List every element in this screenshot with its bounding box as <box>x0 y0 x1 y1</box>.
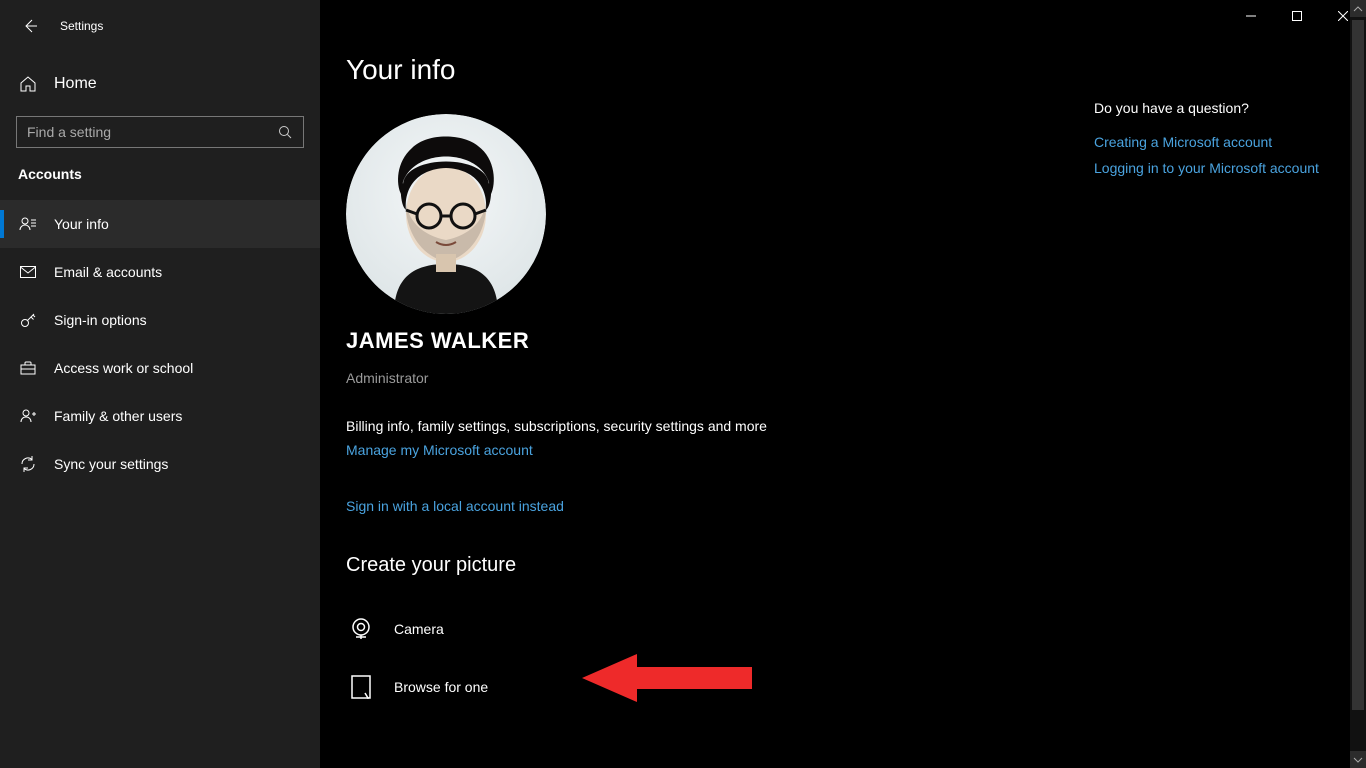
sidebar-item-email-accounts[interactable]: Email & accounts <box>0 248 320 296</box>
sidebar-item-label: Family & other users <box>54 408 182 424</box>
sidebar-item-label: Your info <box>54 216 109 232</box>
picture-file-icon <box>346 672 376 702</box>
sidebar-item-label: Access work or school <box>54 360 193 376</box>
window-title: Settings <box>60 19 103 33</box>
key-icon <box>18 310 38 330</box>
sidebar-item-your-info[interactable]: Your info <box>0 200 320 248</box>
sidebar-section-label: Accounts <box>0 166 320 182</box>
user-avatar <box>346 114 546 314</box>
mail-icon <box>18 262 38 282</box>
option-label: Browse for one <box>394 679 488 695</box>
scrollbar[interactable] <box>1350 0 1366 768</box>
home-label: Home <box>54 75 97 93</box>
sidebar-item-label: Sync your settings <box>54 456 168 472</box>
sidebar-item-family-users[interactable]: Family & other users <box>0 392 320 440</box>
search-input[interactable] <box>27 124 277 140</box>
people-icon <box>18 406 38 426</box>
briefcase-icon <box>18 358 38 378</box>
camera-option[interactable]: Camera <box>346 603 1324 655</box>
chevron-up-icon <box>1353 5 1363 13</box>
local-account-link[interactable]: Sign in with a local account instead <box>346 498 1324 514</box>
help-panel: Do you have a question? Creating a Micro… <box>1094 100 1344 186</box>
user-role: Administrator <box>346 370 1324 386</box>
sync-icon <box>18 454 38 474</box>
help-title: Do you have a question? <box>1094 100 1344 116</box>
search-icon <box>277 124 293 140</box>
scroll-down-button[interactable] <box>1350 751 1366 768</box>
settings-window: Settings Home Accounts Your info <box>0 0 1366 768</box>
manage-account-link[interactable]: Manage my Microsoft account <box>346 442 1324 458</box>
main-panel: Your info <box>320 0 1366 768</box>
help-link-create-account[interactable]: Creating a Microsoft account <box>1094 134 1344 150</box>
sidebar-item-sign-in-options[interactable]: Sign-in options <box>0 296 320 344</box>
sidebar-item-sync-settings[interactable]: Sync your settings <box>0 440 320 488</box>
sidebar-item-label: Email & accounts <box>54 264 162 280</box>
sidebar-item-label: Sign-in options <box>54 312 147 328</box>
camera-icon <box>346 614 376 644</box>
arrow-left-icon <box>22 18 38 34</box>
home-button[interactable]: Home <box>0 64 320 104</box>
search-box[interactable] <box>16 116 304 148</box>
scrollbar-thumb[interactable] <box>1352 20 1364 710</box>
option-label: Camera <box>394 621 444 637</box>
person-card-icon <box>18 214 38 234</box>
browse-for-one-option[interactable]: Browse for one <box>346 661 1324 713</box>
page-title: Your info <box>346 54 1324 86</box>
sidebar-item-access-work-school[interactable]: Access work or school <box>0 344 320 392</box>
chevron-down-icon <box>1353 756 1363 764</box>
billing-info-text: Billing info, family settings, subscript… <box>346 418 1324 434</box>
scroll-up-button[interactable] <box>1350 0 1366 17</box>
search-wrap <box>0 116 320 148</box>
home-icon <box>18 74 38 94</box>
create-picture-heading: Create your picture <box>346 554 1324 577</box>
back-button[interactable] <box>18 14 42 38</box>
help-link-login-account[interactable]: Logging in to your Microsoft account <box>1094 160 1344 176</box>
user-name: JAMES WALKER <box>346 328 1324 354</box>
sidebar-header: Settings <box>0 10 320 42</box>
sidebar: Settings Home Accounts Your info <box>0 0 320 768</box>
